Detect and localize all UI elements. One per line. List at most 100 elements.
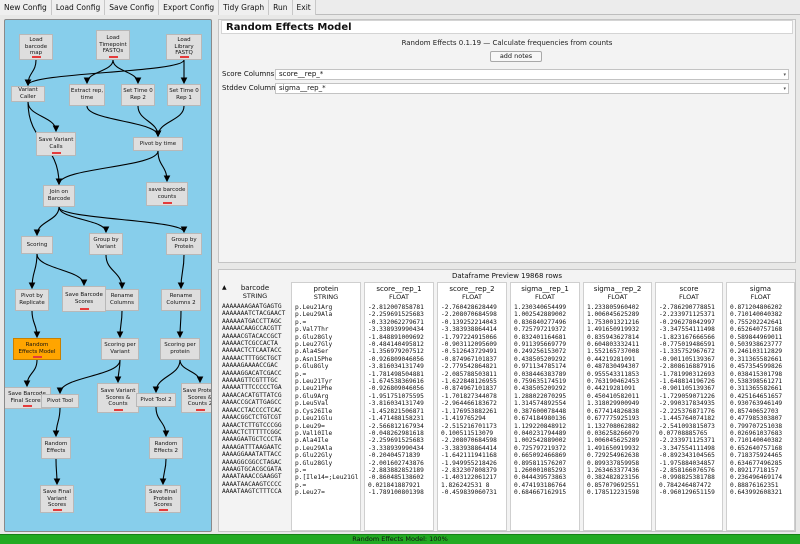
graph-node-save-barcode-scores[interactable]: Save Barcode Scores — [62, 286, 106, 312]
column-header[interactable]: score — [656, 285, 722, 293]
column-cells: AAAAAAAGAATGAGTG AAAAAAATCTACGAACT AAAAAAT… — [222, 303, 285, 496]
graph-node-scoring[interactable]: Scoring — [21, 236, 53, 254]
graph-node-set-time0-rep1[interactable]: Set Time 0 Rep 1 — [167, 84, 201, 106]
graph-node-rename-columns[interactable]: Rename Columns — [105, 289, 139, 311]
table-cell: AAAAAATGACCTTAGC — [222, 317, 282, 325]
stddev-columns-field[interactable]: sigma__rep_* ▾ — [275, 83, 789, 94]
new-config-button[interactable]: New Config — [0, 0, 52, 15]
graph-node-pivot-tool[interactable]: Pivot Tool — [41, 394, 79, 408]
graph-node-save-barcode-counts[interactable]: save barcode counts — [146, 182, 188, 206]
graph-node-save-final-variant-scores[interactable]: Save Final Variant Scores — [40, 485, 74, 513]
export-config-button[interactable]: Export Config — [159, 0, 220, 15]
column-header[interactable]: barcode — [219, 284, 291, 292]
table-cell: -0.459839060731 — [441, 489, 497, 497]
add-notes-button[interactable]: add notes — [490, 51, 542, 62]
table-cell: p.Leu5Val — [295, 400, 329, 408]
graph-node-scoring-per-protein[interactable]: Scoring per protein — [160, 338, 200, 360]
column-header[interactable]: protein — [292, 285, 360, 293]
graph-node-load-library-fastq[interactable]: Load Library FASTQ — [166, 34, 202, 60]
column-header[interactable]: sigma__rep_1 — [511, 285, 579, 293]
table-cell: -2.964466183672 — [441, 400, 497, 408]
table-cell: -0.998825381788 — [659, 474, 715, 482]
table-cell: 0.799707251038 — [730, 422, 783, 430]
table-cell: AAAAAGTTCGTTTGC — [222, 377, 278, 385]
column-score-rep-2: score__rep_2 FLOAT -2.760428628449 -2.20807… — [437, 282, 507, 531]
pipeline-graph[interactable]: Load barcode map Load Timepoint FASTQs Loa… — [4, 19, 212, 532]
graph-node-load-barcode-map[interactable]: Load barcode map — [19, 34, 53, 60]
graph-node-rename-columns-2[interactable]: Rename Columns 2 — [161, 289, 201, 311]
graph-node-random-effects-2[interactable]: Random Effects 2 — [149, 437, 183, 459]
graph-node-scoring-per-variant[interactable]: Scoring per Variant — [101, 338, 139, 360]
table-cell: -3.383938864414 — [441, 326, 497, 334]
graph-node-group-by-protein[interactable]: Group by Protein — [166, 233, 202, 255]
graph-node-label: Group by Variant — [93, 237, 119, 250]
graph-node-label: Save Barcode Scores — [65, 292, 103, 305]
graph-edge — [116, 310, 124, 339]
graph-node-group-by-variant[interactable]: Group by Variant — [89, 233, 123, 255]
table-cell: 0.836840277496 — [514, 318, 567, 326]
tidy-graph-button[interactable]: Tidy Graph — [219, 0, 270, 15]
table-cell: -1.471488158231 — [368, 415, 424, 423]
save-config-button[interactable]: Save Config — [105, 0, 160, 15]
chevron-down-icon[interactable]: ▾ — [783, 85, 786, 94]
score-columns-row: Score Columns score__rep_* ▾ — [222, 69, 794, 80]
column-header[interactable]: sigma__rep_2 — [584, 285, 651, 293]
column-header[interactable]: sigma — [727, 285, 794, 293]
table-cell: -1.729059071226 — [659, 392, 715, 400]
graph-node-label: Rename Columns 2 — [166, 293, 196, 306]
table-cell: -0.048262981618 — [368, 429, 424, 437]
graph-node-pivot-tool-2[interactable]: Pivot Tool 2 — [136, 393, 176, 407]
score-columns-field[interactable]: score__rep_* ▾ — [275, 69, 789, 80]
node-status-marker — [113, 409, 123, 411]
table-cell: -1.335752967672 — [659, 348, 715, 356]
graph-node-save-variant-calls[interactable]: Save Variant Calls — [36, 132, 76, 156]
graph-node-pivot-by-time[interactable]: Pivot by time — [133, 137, 183, 151]
table-cell: 0.871204806202 — [730, 304, 783, 311]
graph-node-save-final-protein-scores[interactable]: Save Final Protein Scores — [145, 485, 181, 513]
run-button[interactable]: Run — [269, 0, 293, 15]
table-cell: -0.903112095609 — [441, 341, 497, 349]
node-status-marker — [158, 509, 168, 511]
graph-node-label: Random Effects Model — [18, 342, 56, 355]
graph-edge — [31, 310, 41, 339]
column-header[interactable]: score__rep_1 — [365, 285, 433, 293]
table-cell: AAAAACTCGCCACTA — [222, 340, 278, 348]
graph-node-join-on-barcode[interactable]: Join on Barcode — [43, 185, 75, 207]
graph-edge — [155, 406, 170, 438]
graph-node-save-variant-scores-counts[interactable]: Save Variant Scores & Counts — [97, 383, 139, 413]
graph-node-label: Join on Barcode — [47, 189, 71, 202]
graph-node-label: Load barcode map — [24, 37, 48, 57]
graph-node-set-time0-rep2[interactable]: Set Time 0 Rep 2 — [121, 84, 155, 106]
chevron-down-icon[interactable]: ▾ — [783, 71, 786, 80]
graph-node-random-effects-model[interactable]: Random Effects Model — [13, 338, 61, 360]
exit-button[interactable]: Exit — [292, 0, 316, 15]
config-title[interactable]: Random Effects Model — [221, 20, 793, 34]
table-cell: AAAATAAACCGAAGGT — [222, 473, 282, 481]
column-cells: -2.786290778851 -2.233971125371 -0.2962780… — [659, 304, 715, 497]
column-header[interactable]: score__rep_2 — [438, 285, 506, 293]
toolbar: New Config Load Config Save Config Expor… — [0, 0, 800, 15]
table-cell: 0.729254962638 — [587, 452, 640, 460]
load-config-button[interactable]: Load Config — [51, 0, 106, 15]
column-type: STRING — [313, 293, 339, 301]
table-cell: -1.951751075595 — [368, 392, 424, 400]
table-cell: 0.026961037683 — [730, 429, 783, 437]
table-cell: -0.332062279671 — [368, 318, 424, 326]
table-cell: -1.403122061217 — [441, 474, 497, 482]
table-cell: 0.665092466869 — [514, 452, 567, 460]
graph-node-variant-caller[interactable]: Variant Caller — [11, 86, 45, 102]
table-cell: -2.541093815073 — [659, 422, 715, 430]
graph-node-random-effects[interactable]: Random Effects — [41, 437, 71, 459]
graph-node-load-timepoint-fastqs[interactable]: Load Timepoint FASTQs — [96, 30, 130, 60]
graph-node-label: Pivot Tool 2 — [140, 396, 172, 403]
graph-node-label: Scoring per protein — [164, 342, 196, 355]
graph-edge — [27, 101, 60, 133]
graph-node-save-protein-scores-counts-2[interactable]: Save Protein Scores & Counts 2 — [181, 383, 211, 413]
table-cell: 0.311365582661 — [730, 385, 783, 393]
column-type: FLOAT — [678, 293, 700, 301]
table-cell: -1.848891009692 — [368, 333, 424, 341]
graph-node-pivot-by-replicate[interactable]: Pivot by Replicate — [15, 289, 49, 311]
graph-node-extract-rep-time[interactable]: Extract rep, time — [69, 84, 105, 106]
table-cell: AAAAAAAGAATGAGTG — [222, 303, 282, 310]
config-panel: Random Effects Model Random Effects 0.1.… — [218, 19, 796, 263]
